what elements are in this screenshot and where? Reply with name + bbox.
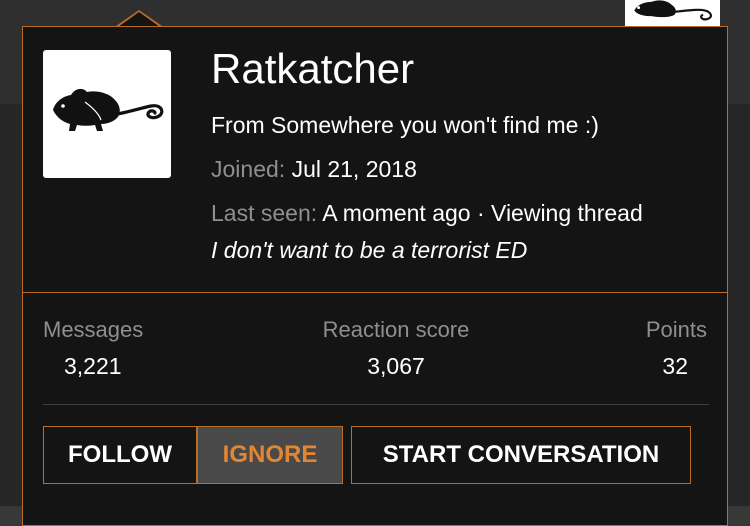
stat-reaction-value: 3,067 [367,353,425,379]
start-conversation-button[interactable]: START CONVERSATION [351,426,691,484]
stat-points-value[interactable]: 32 [646,352,707,380]
last-seen-value: A moment ago · Viewing thread [322,200,643,226]
tooltip-arrow-inner [118,12,160,27]
member-joined: Joined: Jul 21, 2018 [211,155,417,183]
section-divider [23,292,727,293]
joined-label: Joined: [211,156,286,182]
member-avatar[interactable] [43,50,171,178]
stats-divider [43,404,709,405]
member-location: From Somewhere you won't find me :) [211,112,599,138]
last-seen-label: Last seen: [211,200,318,226]
member-custom-title: I don't want to be a terrorist ED [211,237,528,263]
rat-icon [634,0,712,21]
member-username[interactable]: Ratkatcher [211,45,414,93]
member-tooltip: Ratkatcher From Somewhere you won't find… [22,26,728,526]
stat-messages-label: Messages [43,317,144,342]
stat-messages: Messages 3,221 [43,317,143,380]
joined-date: Jul 21, 2018 [291,156,417,182]
follow-button[interactable]: FOLLOW [43,426,197,484]
member-last-seen: Last seen: A moment ago · Viewing thread [211,199,643,227]
stat-reaction-score: Reaction score 3,067 [315,317,477,380]
stat-points-label: Points [645,317,707,342]
ignore-button[interactable]: IGNORE [197,426,343,484]
stat-messages-value[interactable]: 3,221 [43,352,143,380]
header-avatar[interactable] [625,0,720,26]
stat-points: Points 32 [646,317,707,380]
stat-reaction-label: Reaction score [322,317,470,342]
rat-icon [53,88,164,131]
